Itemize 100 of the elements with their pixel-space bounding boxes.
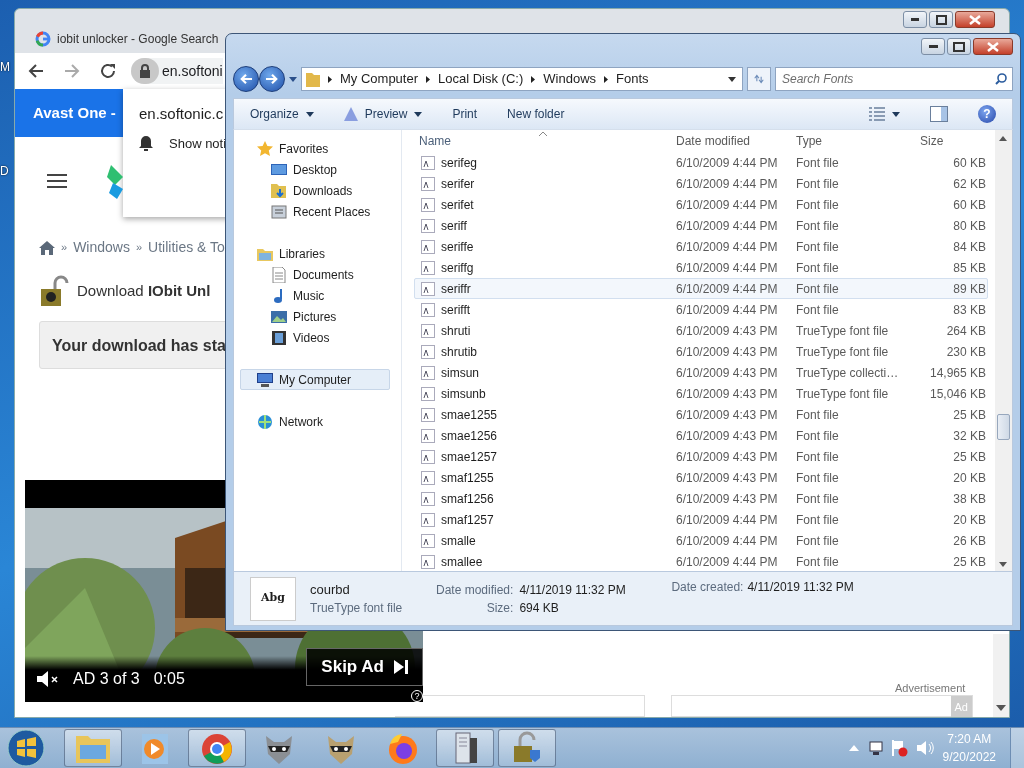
dropdown-arrow-icon[interactable]	[728, 76, 736, 82]
file-row[interactable]: smaf1256 6/10/2009 4:43 PM Font file 38 KB	[414, 488, 988, 509]
file-row[interactable]: smallee 6/10/2009 4:44 PM Font file 25 KB	[414, 551, 988, 571]
desktop-icon-label[interactable]: M	[0, 58, 10, 76]
notification-text: Show noti	[169, 134, 227, 153]
field-value: 4/11/2019 11:32 PM	[519, 581, 627, 599]
view-button[interactable]	[869, 107, 900, 121]
network-icon[interactable]	[866, 740, 883, 756]
start-orb-icon[interactable]	[6, 728, 46, 768]
file-row[interactable]: seriff 6/10/2009 4:44 PM Font file 80 KB	[414, 215, 988, 236]
table-cell-text: 60 KB	[952, 154, 986, 172]
table-cell-text: 83 KB	[952, 301, 986, 319]
nav-item[interactable]: Favorites	[234, 138, 394, 159]
table-cell-text: TrueType font file	[795, 322, 890, 340]
search-field[interactable]: Search Fonts	[775, 67, 1013, 91]
nav-item[interactable]: Desktop	[234, 159, 394, 180]
clock-time: 7:20 AM	[946, 731, 993, 748]
nav-item[interactable]: Documents	[234, 264, 394, 285]
file-name: smalle	[441, 532, 476, 550]
mute-icon[interactable]	[37, 671, 59, 687]
file-name: serifet	[441, 196, 474, 214]
file-row[interactable]: smalle 6/10/2009 4:44 PM Font file 26 KB	[414, 530, 988, 551]
toolbar-button[interactable]: New folder	[507, 105, 565, 123]
font-file-icon	[421, 386, 435, 401]
file-row[interactable]: seriffe 6/10/2009 4:44 PM Font file 84 KB	[414, 236, 988, 257]
toolbar-button[interactable]: Preview	[343, 105, 423, 123]
promo-banner[interactable]: Avast One -	[15, 89, 123, 137]
nav-item[interactable]: Recent Places	[234, 201, 394, 222]
toolbar-button[interactable]: Print	[452, 105, 478, 123]
file-row[interactable]: smae1255 6/10/2009 4:43 PM Font file 25 KB	[414, 404, 988, 425]
dropdown-arrow-icon[interactable]	[289, 76, 297, 82]
breadcrumb-separator: »	[61, 240, 68, 256]
file-row[interactable]: serifer 6/10/2009 4:44 PM Font file 62 KB	[414, 173, 988, 194]
chevron-icon	[531, 75, 536, 83]
file-row[interactable]: seriffr 6/10/2009 4:44 PM Font file 89 KB	[414, 278, 988, 299]
file-row[interactable]: smae1256 6/10/2009 4:43 PM Font file 32 KB	[414, 425, 988, 446]
forward-button[interactable]	[259, 66, 285, 92]
reload-icon[interactable]	[99, 62, 117, 80]
scroll-down-icon[interactable]	[996, 705, 1006, 711]
minimize-button[interactable]	[921, 38, 945, 55]
file-name: serifft	[441, 301, 471, 319]
breadcrumb-item[interactable]: My Computer	[340, 69, 419, 89]
breadcrumb-item[interactable]: Fonts	[616, 69, 649, 89]
preview-pane-icon[interactable]	[930, 106, 948, 122]
file-row[interactable]: shrutib 6/10/2009 4:43 PM TrueType font file 230 KB	[414, 341, 988, 362]
column-header[interactable]: Date modified	[672, 132, 792, 150]
file-row[interactable]: serifft 6/10/2009 4:44 PM Font file 83 KB	[414, 299, 988, 320]
breadcrumb-link[interactable]: Utilities & To	[148, 237, 225, 258]
nav-item[interactable]: Downloads	[234, 180, 394, 201]
column-header[interactable]: Type	[792, 132, 912, 150]
menu-icon[interactable]	[47, 173, 67, 189]
column-header[interactable]: Size	[912, 132, 986, 150]
file-row[interactable]: simsun 6/10/2009 4:43 PM TrueType collecti… 14,965 KB	[414, 362, 988, 383]
back-icon[interactable]	[27, 62, 45, 80]
breadcrumb-item[interactable]: Local Disk (C:)	[438, 69, 524, 89]
close-button[interactable]	[955, 11, 995, 28]
maximize-icon	[935, 14, 947, 25]
back-button[interactable]	[233, 66, 259, 92]
field-label: Date created:	[671, 579, 744, 596]
lock-icon	[139, 64, 151, 78]
home-icon[interactable]	[39, 240, 55, 255]
nav-item[interactable]: Network	[234, 411, 394, 432]
desktop-icon-label[interactable]: D	[0, 162, 9, 180]
nav-item[interactable]: Libraries	[234, 243, 394, 264]
scrollbar[interactable]	[995, 130, 1012, 571]
nav-item[interactable]: My Computer	[240, 369, 390, 390]
maximize-button[interactable]	[929, 11, 953, 28]
file-row[interactable]: serifet 6/10/2009 4:44 PM Font file 60 KB	[414, 194, 988, 215]
close-button[interactable]	[973, 38, 1013, 55]
font-file-icon	[421, 533, 435, 548]
font-file-icon	[421, 491, 435, 506]
breadcrumb-link[interactable]: Windows	[73, 237, 130, 258]
browser-tab[interactable]: iobit unlocker - Google Search	[27, 25, 219, 53]
scroll-thumb[interactable]	[997, 414, 1010, 440]
scrollbar[interactable]	[993, 634, 1009, 717]
file-row[interactable]: serifeg 6/10/2009 4:44 PM Font file 60 KB	[414, 152, 988, 173]
address-bar[interactable]: My Computer Local Disk (C:) Windows Fonts	[301, 67, 743, 91]
file-name: simsun	[441, 364, 479, 382]
taskbar-button[interactable]	[188, 729, 246, 767]
file-row[interactable]: shruti 6/10/2009 4:43 PM TrueType font file 264 KB	[414, 320, 988, 341]
table-cell-text: 6/10/2009 4:43 PM	[675, 448, 779, 466]
file-row[interactable]: smaf1255 6/10/2009 4:43 PM Font file 20 KB	[414, 467, 988, 488]
taskbar-button[interactable]	[436, 729, 494, 767]
minimize-button[interactable]	[903, 11, 927, 28]
file-row[interactable]: simsunb 6/10/2009 4:43 PM TrueType font file 15,046 KB	[414, 383, 988, 404]
column-header[interactable]: Name	[415, 132, 672, 150]
skip-icon	[394, 660, 408, 674]
breadcrumb-item[interactable]: Windows	[543, 69, 597, 89]
flag-icon[interactable]	[890, 739, 909, 757]
scroll-up-icon[interactable]	[999, 136, 1007, 141]
maximize-button[interactable]	[947, 38, 971, 55]
nav-item[interactable]: Music	[234, 285, 394, 306]
scroll-down-icon[interactable]	[999, 562, 1007, 567]
table-cell-text: 60 KB	[952, 196, 986, 214]
address-bar[interactable]: en.softoni	[131, 58, 223, 84]
file-row[interactable]: seriffg 6/10/2009 4:44 PM Font file 85 KB	[414, 257, 988, 278]
toolbar-button[interactable]: Organize	[250, 105, 314, 123]
file-row[interactable]: smaf1257 6/10/2009 4:44 PM Font file 20 KB	[414, 509, 988, 530]
file-row[interactable]: smae1257 6/10/2009 4:43 PM Font file 25 KB	[414, 446, 988, 467]
skip-ad-button[interactable]: Skip Ad	[306, 648, 423, 686]
